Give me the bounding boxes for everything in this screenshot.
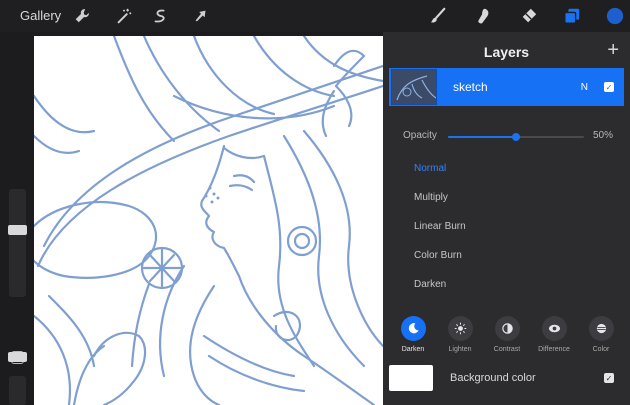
category-label: Difference — [538, 346, 570, 353]
selection-icon[interactable] — [149, 5, 171, 27]
blend-mode-darken[interactable]: Darken — [383, 270, 630, 299]
sketch-artwork — [34, 36, 383, 405]
brush-icon[interactable] — [427, 5, 449, 27]
category-contrast[interactable]: Contrast — [485, 316, 529, 362]
category-label: Lighten — [448, 346, 472, 353]
transform-arrow-icon[interactable] — [190, 5, 212, 27]
color-swatch-icon[interactable] — [604, 5, 626, 27]
brush-size-thumb[interactable] — [8, 225, 27, 235]
blend-mode-color-burn[interactable]: Color Burn — [383, 241, 630, 270]
blend-mode-normal[interactable]: Normal — [383, 154, 630, 183]
category-label: Color — [592, 346, 610, 353]
layer-name: sketch — [453, 80, 488, 94]
opacity-value: 50% — [592, 130, 613, 141]
category-darken[interactable]: Darken — [391, 316, 435, 362]
moon-icon — [400, 316, 426, 341]
top-toolbar: Gallery — [0, 0, 630, 32]
smudge-icon[interactable] — [472, 5, 494, 27]
layers-panel-title: Layers — [483, 44, 530, 60]
brush-opacity-slider[interactable] — [9, 376, 26, 405]
opacity-slider[interactable] — [448, 133, 584, 141]
drawing-canvas[interactable] — [34, 36, 383, 405]
left-sidebar — [0, 32, 34, 405]
blend-mode-multiply[interactable]: Multiply — [383, 183, 630, 212]
layer-thumbnail — [391, 69, 437, 105]
opacity-label: Opacity — [403, 130, 437, 141]
blend-mode-linear-burn[interactable]: Linear Burn — [383, 212, 630, 241]
blend-mode-list: Normal Multiply Linear Burn Color Burn D… — [383, 154, 630, 299]
eraser-icon[interactable] — [518, 5, 540, 27]
background-visibility-checkbox[interactable]: ✓ — [604, 373, 614, 383]
category-difference[interactable]: Difference — [532, 316, 576, 362]
procreate-app: Gallery Layers + sketch N ✓ Opacity 50% … — [0, 0, 630, 405]
category-label: Darken — [401, 346, 425, 353]
difference-icon — [541, 316, 567, 341]
layer-visibility-checkbox[interactable]: ✓ — [604, 82, 614, 92]
add-layer-button[interactable]: + — [607, 40, 619, 60]
brush-opacity-thumb[interactable] — [8, 352, 27, 362]
category-color[interactable]: Color — [579, 316, 623, 362]
background-color-layer[interactable]: Background color ✓ — [389, 363, 624, 393]
layers-icon[interactable] — [561, 5, 583, 27]
background-color-swatch[interactable] — [389, 365, 433, 391]
category-label: Contrast — [493, 346, 521, 353]
layer-row-sketch[interactable]: sketch N ✓ — [389, 68, 624, 106]
wrench-icon[interactable] — [71, 5, 93, 27]
opacity-slider-fill — [448, 136, 516, 138]
opacity-slider-knob[interactable] — [512, 133, 520, 141]
magic-wand-icon[interactable] — [113, 5, 135, 27]
gallery-button[interactable]: Gallery — [20, 8, 61, 23]
brush-size-slider[interactable] — [9, 189, 26, 297]
contrast-icon — [494, 316, 520, 341]
color-blend-icon — [588, 316, 614, 341]
layer-blend-mode-indicator[interactable]: N — [581, 82, 588, 93]
category-lighten[interactable]: Lighten — [438, 316, 482, 362]
sun-icon — [447, 316, 473, 341]
opacity-control: Opacity 50% — [403, 130, 613, 144]
layers-panel: Layers + sketch N ✓ Opacity 50% Normal M — [383, 32, 630, 405]
blend-category-bar: Darken Lighten Contrast Difference Color — [391, 316, 623, 362]
background-color-label: Background color — [450, 372, 536, 384]
